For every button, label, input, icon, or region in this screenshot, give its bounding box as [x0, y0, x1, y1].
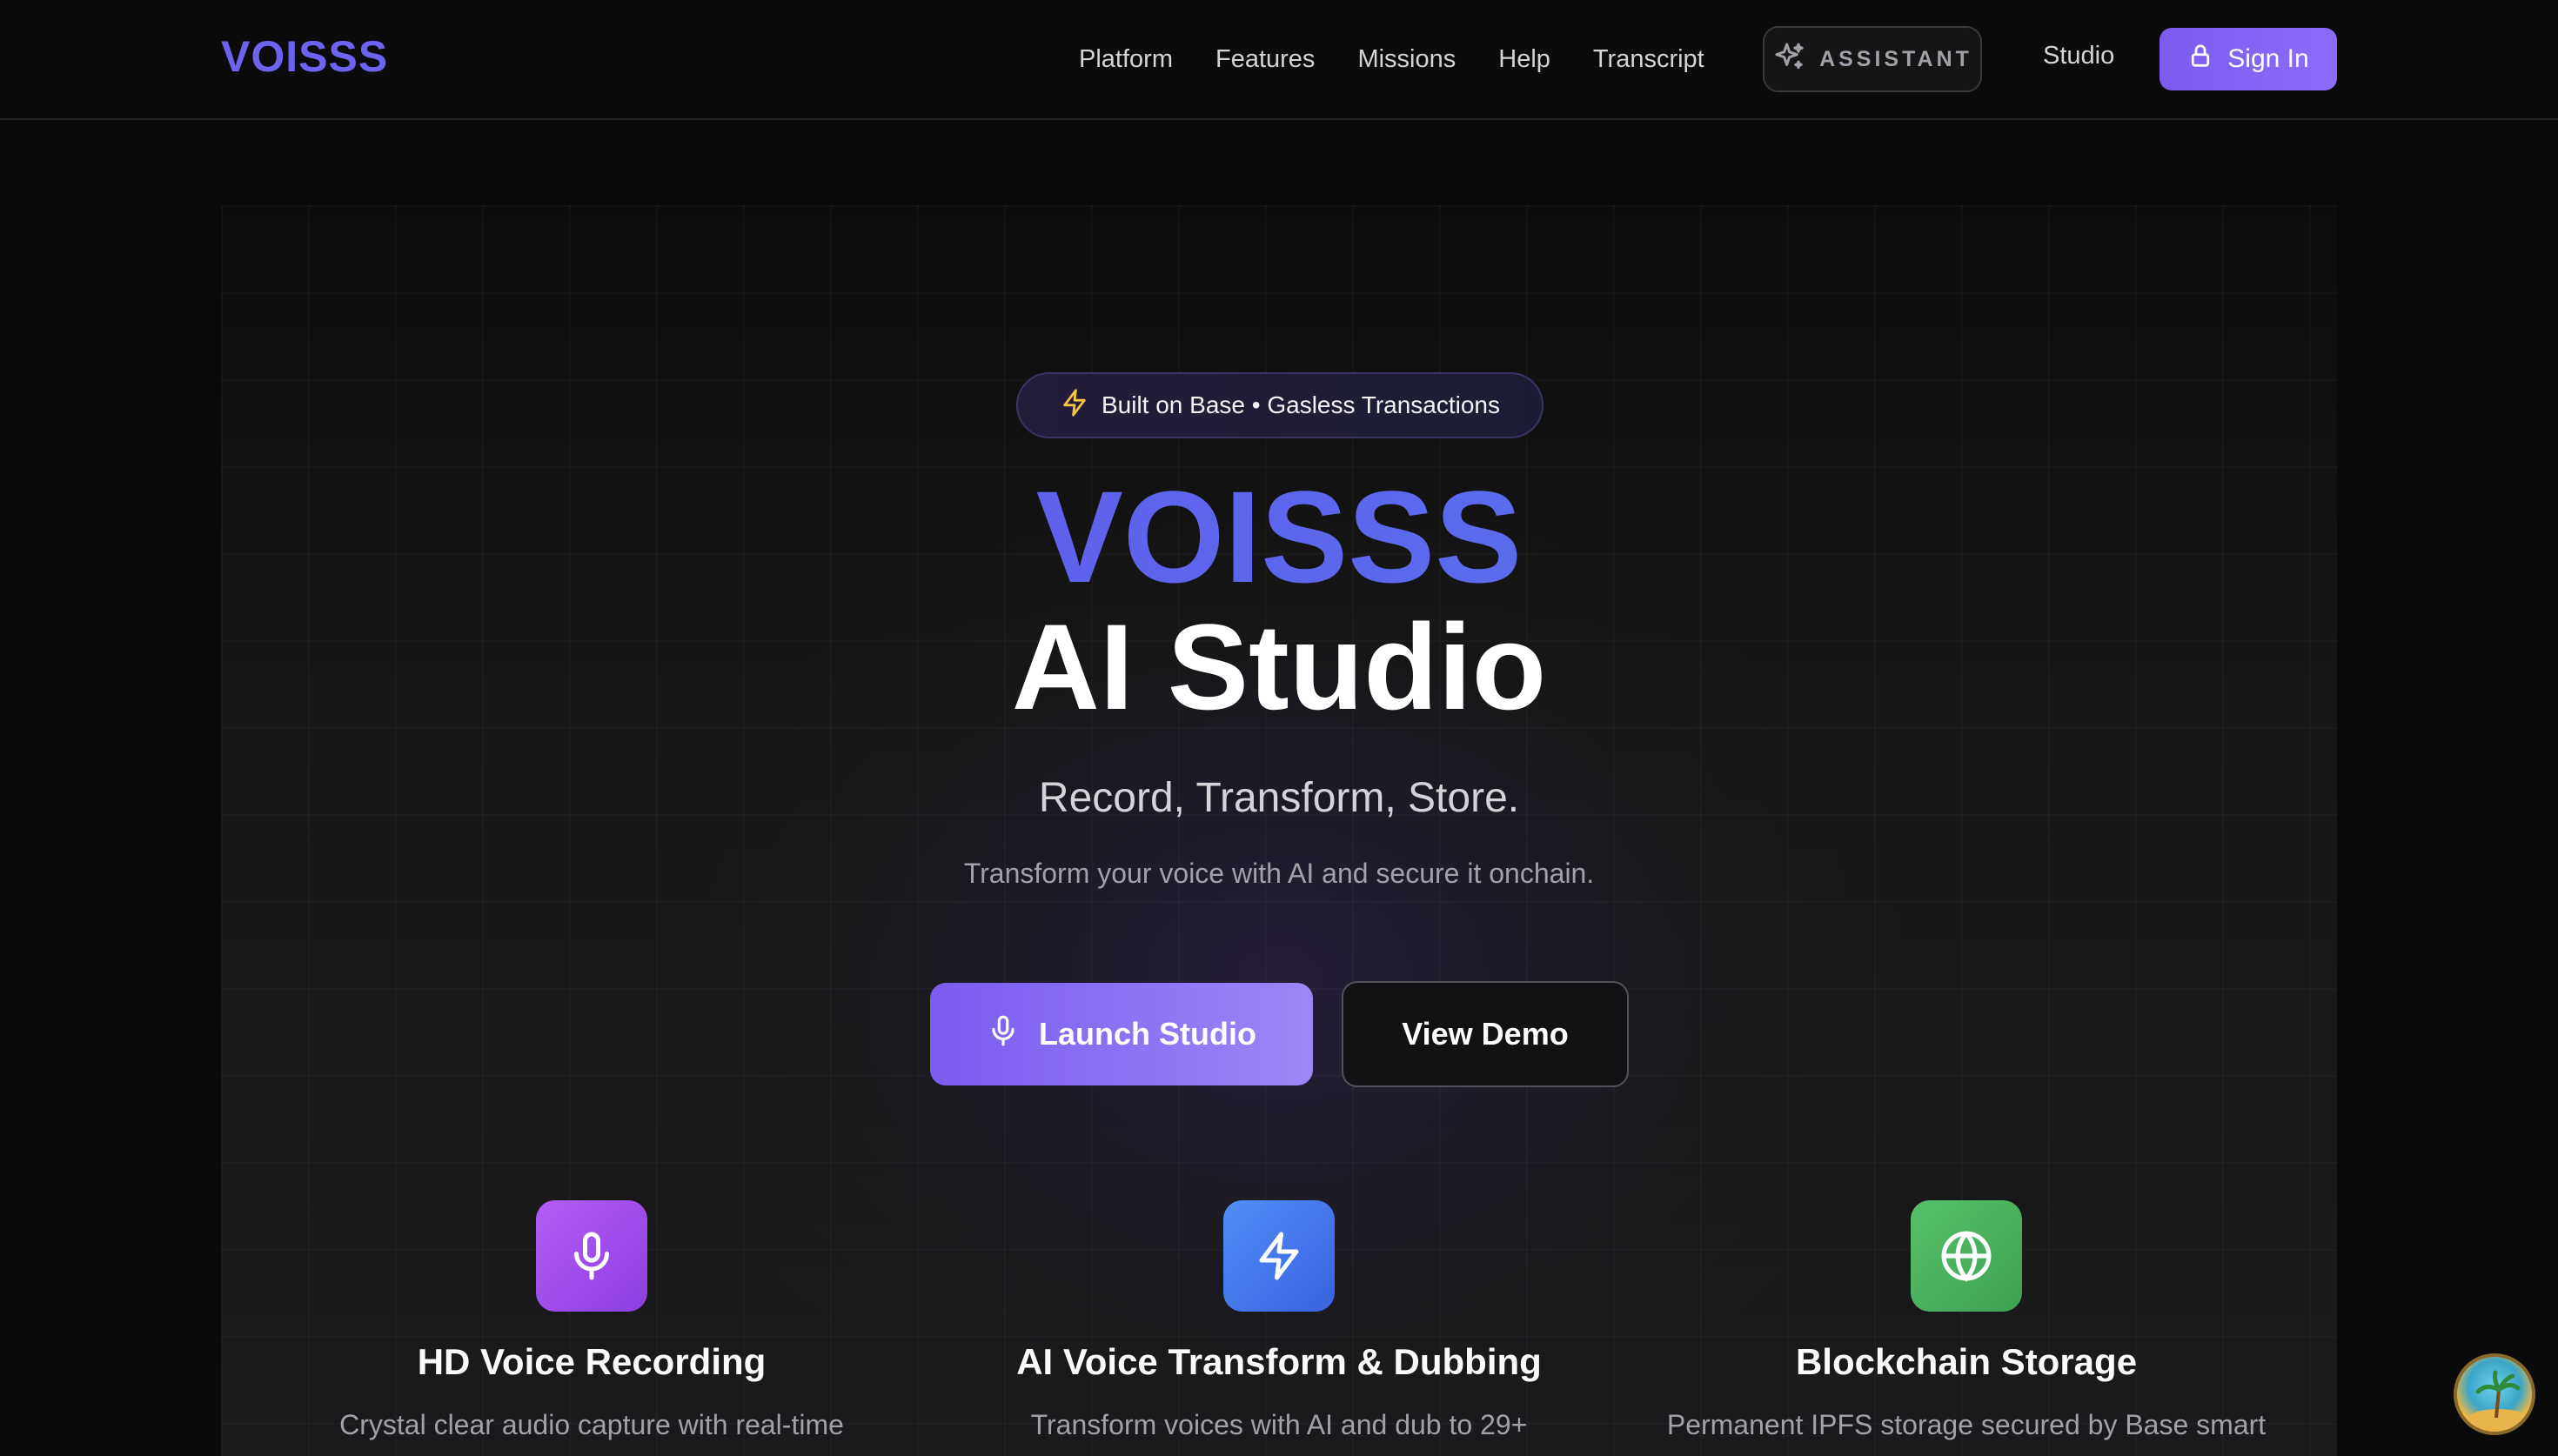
microphone-icon: [987, 1014, 1020, 1055]
island-icon: [2467, 1370, 2529, 1430]
hero-title-brand: VOISSS: [221, 471, 2337, 602]
assistant-label: ASSISTANT: [1819, 46, 1972, 71]
feature-card-recording: HD Voice Recording Crystal clear audio c…: [244, 1200, 940, 1444]
feature-title: HD Voice Recording: [417, 1341, 767, 1382]
sparkles-icon: [1772, 40, 1807, 79]
logo[interactable]: VOISSS: [221, 31, 388, 82]
microphone-icon: [536, 1200, 647, 1312]
nav-link-help[interactable]: Help: [1498, 45, 1550, 74]
view-demo-button[interactable]: View Demo: [1342, 981, 1629, 1087]
sign-in-label: Sign In: [2227, 44, 2309, 73]
view-demo-label: View Demo: [1402, 1016, 1569, 1052]
floating-avatar[interactable]: [2454, 1353, 2535, 1435]
nav-link-features[interactable]: Features: [1215, 45, 1315, 74]
globe-icon: [1911, 1200, 2022, 1312]
sign-in-button[interactable]: Sign In: [2160, 28, 2337, 90]
hero-title-product: AI Studio: [1011, 598, 1547, 735]
nav-link-studio[interactable]: Studio: [2043, 42, 2114, 70]
feature-card-storage: Blockchain Storage Permanent IPFS storag…: [1618, 1200, 2314, 1444]
badge-text: Built on Base • Gasless Transactions: [1101, 391, 1501, 418]
hero-tagline: Record, Transform, Store.: [1038, 775, 1520, 821]
lightning-icon: [1223, 1200, 1335, 1312]
feature-description: Permanent IPFS storage secured by Base s…: [1666, 1409, 2267, 1440]
lightning-icon: [1060, 388, 1089, 424]
base-badge: Built on Base • Gasless Transactions: [1016, 372, 1544, 438]
hero-section: Built on Base • Gasless Transactions VOI…: [221, 205, 2337, 1456]
feature-title: AI Voice Transform & Dubbing: [1016, 1341, 1542, 1382]
nav-links: Platform Features Missions Help Transcri…: [1079, 0, 1747, 118]
top-nav: VOISSS Platform Features Missions Help T…: [0, 0, 2558, 120]
nav-link-transcript[interactable]: Transcript: [1593, 45, 1704, 74]
feature-description: Transform voices with AI and dub to 29+: [1030, 1409, 1528, 1440]
lock-icon: [2187, 43, 2213, 76]
launch-studio-label: Launch Studio: [1039, 1016, 1256, 1052]
nav-link-missions[interactable]: Missions: [1357, 45, 1456, 74]
launch-studio-button[interactable]: Launch Studio: [930, 983, 1313, 1085]
feature-title: Blockchain Storage: [1795, 1341, 2138, 1382]
assistant-button[interactable]: ASSISTANT: [1763, 26, 1982, 92]
hero-subtagline: Transform your voice with AI and secure …: [963, 858, 1595, 889]
feature-description: Crystal clear audio capture with real-ti…: [339, 1409, 844, 1440]
nav-link-platform[interactable]: Platform: [1079, 45, 1173, 74]
feature-card-transform: AI Voice Transform & Dubbing Transform v…: [931, 1200, 1627, 1444]
